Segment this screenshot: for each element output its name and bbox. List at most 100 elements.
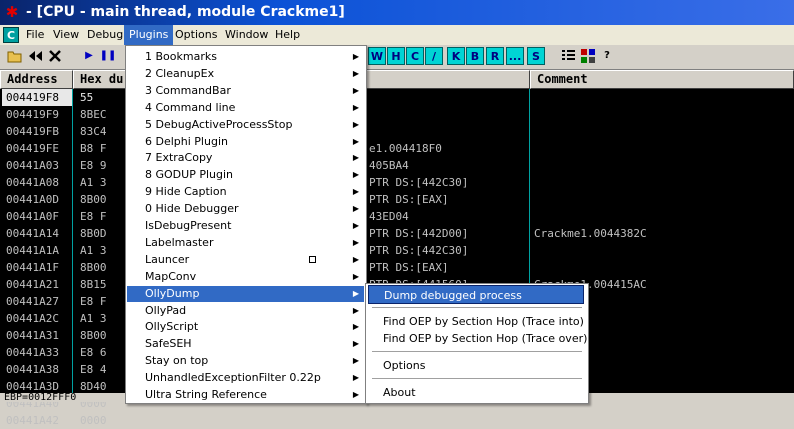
disassembly-row[interactable]: 004419FB 83C4 — [0, 123, 794, 140]
row-comment: Crackme1.0044382C — [534, 227, 647, 240]
color-grid-icon[interactable] — [579, 47, 597, 65]
plugins-menu-item[interactable]: 2 CleanupEx ▶ — [127, 66, 364, 82]
column-header-address[interactable]: Address — [0, 70, 73, 89]
ollydump-menu-item[interactable]: About — [368, 383, 584, 402]
checkbox-icon[interactable] — [309, 255, 316, 263]
menu-debug[interactable]: Debug — [82, 25, 128, 45]
row-disassembly: 405BA4 — [369, 159, 409, 172]
disassembly-row[interactable]: 004419F9 8BEC — [0, 106, 794, 123]
menu-item-label: 3 CommandBar — [145, 83, 231, 97]
menu-view[interactable]: View — [48, 25, 84, 45]
disassembly-row[interactable]: 00441A08 A1 3 PTR DS:[442C30] — [0, 174, 794, 191]
toolbar: ▶ ❚❚ W H C / K B R ... S ? — [0, 45, 794, 70]
plugins-menu-item[interactable]: 3 CommandBar ▶ — [127, 83, 364, 99]
ollydump-menu-item[interactable]: Dump debugged process — [368, 285, 584, 304]
menu-separator — [372, 378, 582, 380]
column-header-disassembly[interactable] — [365, 70, 530, 89]
plugins-menu-item[interactable]: OllyDump ▶ — [127, 285, 364, 302]
plugins-menu-item[interactable]: OllyScript ▶ — [127, 319, 364, 335]
plugins-menu-item[interactable]: 1 Bookmarks ▶ — [127, 49, 364, 65]
plugins-menu-item[interactable]: SafeSEH ▶ — [127, 336, 364, 352]
menu-bar: C File View Debug Plugins Options Window… — [0, 25, 794, 45]
menu-item-label: 9 Hide Caption — [145, 185, 227, 199]
row-address: 00441A03 — [6, 159, 59, 172]
handles-window-button[interactable]: H — [387, 47, 405, 65]
menu-item-label: IsDebugPresent — [145, 219, 232, 232]
run-icon[interactable]: ▶ — [80, 47, 98, 65]
menu-item-label: Stay on top — [145, 354, 209, 368]
disassembly-row[interactable]: 00441A42 0000 — [0, 412, 794, 429]
plugins-menu-item[interactable]: MapConv ▶ — [127, 269, 364, 285]
submenu-arrow-icon: ▶ — [352, 305, 359, 315]
ollydump-menu-item[interactable]: Find OEP by Section Hop (Trace over) — [368, 329, 587, 348]
menu-plugins[interactable]: Plugins — [124, 25, 174, 45]
row-address: 00441A27 — [6, 295, 59, 308]
column-header-comment[interactable]: Comment — [530, 70, 794, 89]
disassembly-row[interactable]: 00441A1F 8B00 PTR DS:[EAX] — [0, 259, 794, 276]
close-icon[interactable] — [46, 47, 64, 65]
row-address: 004419FE — [6, 142, 59, 155]
row-address: 00441A21 — [6, 278, 59, 291]
plugins-menu-item[interactable]: 6 Delphi Plugin ▶ — [127, 134, 364, 150]
plugins-menu-item[interactable]: 5 DebugActiveProcessStop ▶ — [127, 117, 364, 133]
submenu-arrow-icon: ▶ — [352, 373, 359, 383]
menu-help[interactable]: Help — [270, 25, 305, 45]
row-address: 00441A1F — [6, 261, 59, 274]
plugins-menu-item[interactable]: IsDebugPresent ▶ — [127, 218, 364, 234]
breakpoints-window-button[interactable]: B — [466, 47, 484, 65]
disassembly-row[interactable]: 00441A1A A1 3 PTR DS:[442C30] — [0, 242, 794, 259]
plugins-menu-item[interactable]: 4 Command line ▶ — [127, 100, 364, 116]
menu-window[interactable]: Window — [220, 25, 273, 45]
column-header-hex-dump[interactable]: Hex du — [73, 70, 130, 89]
patches-window-button[interactable]: / — [425, 47, 443, 65]
disassembly-row[interactable]: 00441A14 8B0D PTR DS:[442D00] Crackme1.0044… — [0, 225, 794, 242]
menu-item-label: OllyScript — [145, 320, 199, 334]
plugins-menu-item[interactable]: Ultra String Reference ▶ — [127, 387, 364, 403]
disassembly-row[interactable]: 00441A03 E8 9 405BA4 — [0, 157, 794, 174]
list-icon[interactable] — [559, 47, 577, 65]
row-disassembly: PTR DS:[442D00] — [369, 227, 469, 240]
plugins-menu-item[interactable]: UnhandledExceptionFilter 0.22p ▶ — [127, 370, 364, 386]
plugins-menu-item[interactable]: 0 Hide Debugger ▶ — [127, 201, 364, 217]
menu-item-label: OllyDump — [145, 286, 200, 300]
menu-options[interactable]: Options — [170, 25, 222, 45]
submenu-arrow-icon: ▶ — [352, 237, 359, 247]
ollydbg-app-icon[interactable]: ✱ — [4, 4, 20, 20]
plugins-menu-item[interactable]: 7 ExtraCopy ▶ — [127, 150, 364, 166]
menu-separator — [372, 307, 582, 309]
disassembly-row[interactable]: 00441A0F E8 F 43ED04 — [0, 208, 794, 225]
ollydump-menu-item[interactable]: Options — [368, 356, 584, 375]
row-address: 004419F9 — [6, 108, 59, 121]
menu-item-label: Ultra String Reference — [145, 388, 267, 401]
menu-item-label: Launcer — [145, 252, 190, 266]
submenu-arrow-icon: ▶ — [352, 153, 359, 163]
open-folder-icon[interactable] — [6, 47, 24, 65]
plugins-menu-item[interactable]: OllyPad ▶ — [127, 303, 364, 319]
plugins-menu-item[interactable]: Stay on top ▶ — [127, 353, 364, 369]
disassembly-row[interactable]: 00441A0D 8B00 PTR DS:[EAX] — [0, 191, 794, 208]
plugins-menu-item[interactable]: 8 GODUP Plugin ▶ — [127, 167, 364, 183]
submenu-arrow-icon: ▶ — [352, 119, 359, 129]
menu-file[interactable]: File — [21, 25, 49, 45]
menu-item-label: 7 ExtraCopy — [145, 151, 213, 165]
submenu-arrow-icon: ▶ — [352, 204, 359, 214]
plugins-menu-item[interactable]: Launcer ▶ — [127, 252, 364, 268]
plugins-menu-item[interactable]: Labelmaster ▶ — [127, 235, 364, 251]
plugins-menu-item[interactable]: 9 Hide Caption ▶ — [127, 184, 364, 200]
references-window-button[interactable]: R — [486, 47, 504, 65]
log-window-button[interactable]: W — [368, 47, 386, 65]
run-trace-window-button[interactable]: ... — [506, 47, 524, 65]
source-window-button[interactable]: S — [527, 47, 545, 65]
call-stack-window-button[interactable]: K — [447, 47, 465, 65]
rewind-icon[interactable] — [26, 47, 44, 65]
menu-item-label: 1 Bookmarks — [145, 50, 217, 63]
disassembly-row[interactable]: 004419FE B8 Fe1.004418F0 — [0, 140, 794, 157]
mdi-cpu-window-icon[interactable]: C — [3, 27, 19, 43]
register-readout: EBP=0012FFF0 — [4, 393, 77, 402]
pause-icon[interactable]: ❚❚ — [99, 47, 117, 65]
disassembly-row[interactable]: 004419F8 55 — [0, 89, 794, 106]
menu-item-label: 0 Hide Debugger — [145, 202, 239, 216]
submenu-arrow-icon: ▶ — [352, 288, 359, 298]
help-icon[interactable]: ? — [598, 47, 616, 65]
cpu-window-button[interactable]: C — [406, 47, 424, 65]
